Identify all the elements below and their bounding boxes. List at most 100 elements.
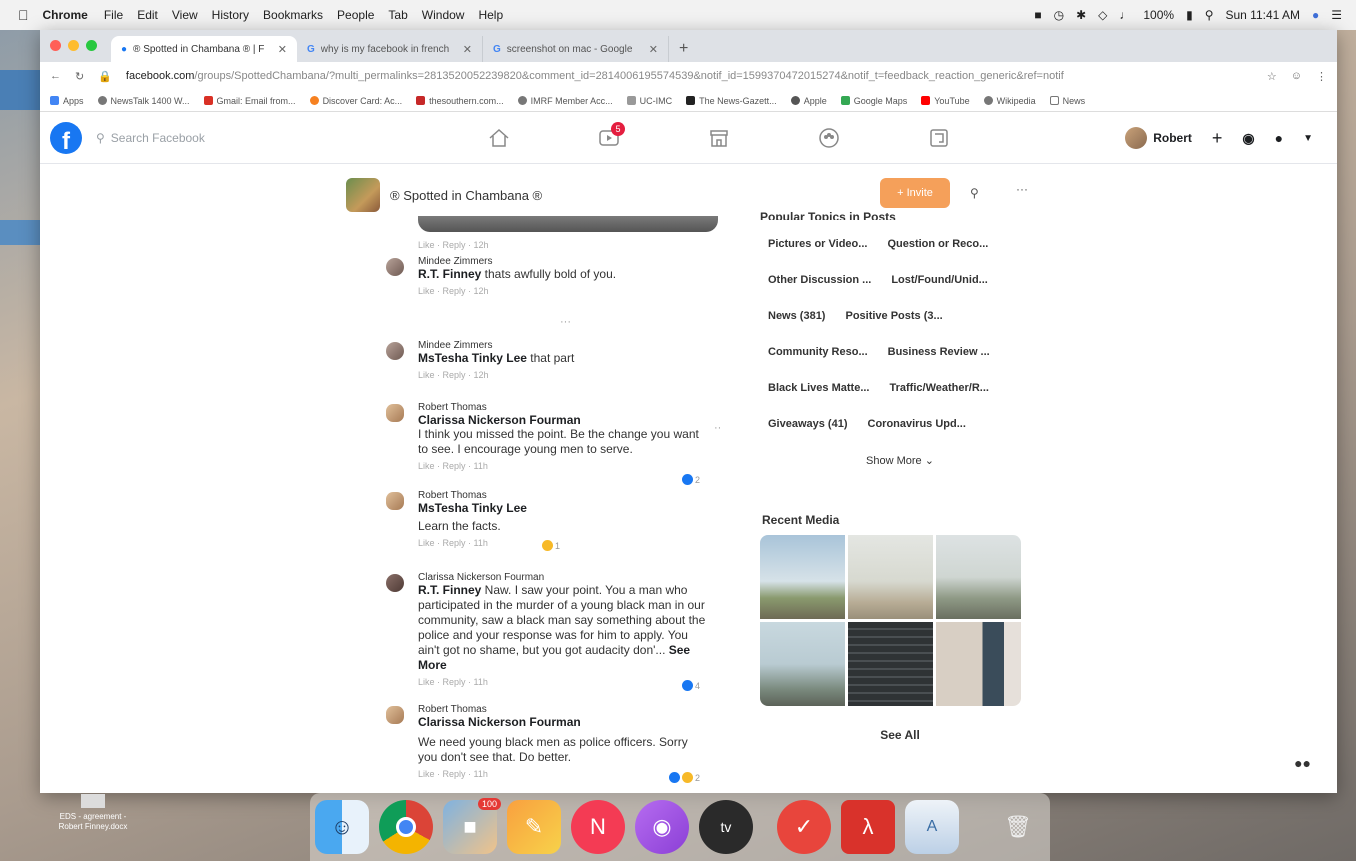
comment-meta[interactable]: Like · Reply · 12h <box>418 286 708 296</box>
menu-edit[interactable]: Edit <box>137 8 158 22</box>
comment-meta[interactable]: Like · Reply · 12h <box>418 370 708 380</box>
bookmark-star-icon[interactable]: ☆ <box>1267 70 1277 83</box>
menubar-clock[interactable]: Sun 11:41 AM <box>1225 8 1300 22</box>
comment-mention[interactable]: Clarissa Nickerson Fourman <box>418 715 708 729</box>
wifi-icon[interactable]: ◇ <box>1098 8 1107 22</box>
comment-meta[interactable]: Like · Reply · 12h <box>418 240 708 250</box>
group-more-icon[interactable]: ··· <box>1016 182 1028 196</box>
menu-help[interactable]: Help <box>478 8 503 22</box>
comment-author[interactable]: Robert Thomas <box>418 490 708 501</box>
url-field[interactable]: facebook.com/groups/SpottedChambana/?mul… <box>126 70 1253 82</box>
create-plus-icon[interactable]: + <box>1212 128 1223 149</box>
media-thumbnail[interactable] <box>936 622 1021 706</box>
group-thumbnail[interactable] <box>346 178 380 212</box>
reload-icon[interactable]: ↻ <box>75 70 84 83</box>
view-more-replies-icon[interactable]: ··· <box>560 316 571 328</box>
nav-home[interactable] <box>444 112 554 164</box>
apple-menu-icon[interactable]:  <box>18 7 29 23</box>
bluetooth-icon[interactable]: ✱ <box>1076 8 1086 22</box>
close-window-button[interactable] <box>50 40 61 51</box>
search-input[interactable]: ⚲ Search Facebook <box>96 131 205 145</box>
facebook-logo-icon[interactable]: f <box>50 121 82 154</box>
bookmark-apps[interactable]: Apps <box>50 96 84 106</box>
contacts-chat-icon[interactable]: ●● <box>1294 755 1311 771</box>
tab-google-screenshot[interactable]: G screenshot on mac - Google ✕ <box>483 36 669 62</box>
topic-link[interactable]: Black Lives Matte... <box>768 380 870 396</box>
topic-link[interactable]: Community Reso... <box>768 344 868 360</box>
menu-app-name[interactable]: Chrome <box>43 8 88 22</box>
preview-photos-icon[interactable]: ■ 100 <box>443 798 501 854</box>
bookmark-discover[interactable]: Discover Card: Ac... <box>309 96 402 106</box>
close-tab-icon[interactable]: ✕ <box>278 43 287 56</box>
account-dropdown-icon[interactable]: ▼ <box>1303 133 1313 144</box>
nav-marketplace[interactable] <box>664 112 774 164</box>
topic-link[interactable]: Positive Posts (3... <box>845 308 942 324</box>
reaction-count[interactable]: 2 <box>668 772 700 783</box>
bookmark-thesouthern[interactable]: thesouthern.com... <box>416 96 504 106</box>
bookmark-gmail[interactable]: Gmail: Email from... <box>203 96 296 106</box>
comment-author[interactable]: Mindee Zimmers <box>418 340 708 351</box>
news-app-icon[interactable]: N <box>571 800 625 854</box>
preview-icon[interactable]: A <box>905 800 959 854</box>
topic-link[interactable]: Lost/Found/Unid... <box>891 272 988 288</box>
zoom-window-button[interactable] <box>86 40 97 51</box>
show-more-button[interactable]: Show More ⌄ <box>760 454 1040 467</box>
nav-watch[interactable]: 5 <box>554 112 664 164</box>
menu-window[interactable]: Window <box>422 8 465 22</box>
close-tab-icon[interactable]: ✕ <box>463 43 472 56</box>
messenger-icon[interactable]: ◉ <box>1242 130 1254 147</box>
profile-icon[interactable]: ☺ <box>1291 70 1302 82</box>
status-app-icon[interactable]: ■ <box>1034 8 1041 22</box>
avatar[interactable] <box>386 342 404 360</box>
back-icon[interactable]: ← <box>50 70 61 82</box>
bookmark-youtube[interactable]: YouTube <box>921 96 970 106</box>
spotlight-icon[interactable]: ⚲ <box>1205 8 1214 22</box>
topic-link[interactable]: Traffic/Weather/R... <box>890 380 989 396</box>
reaction-count[interactable]: 2 <box>681 474 700 485</box>
minimize-window-button[interactable] <box>68 40 79 51</box>
media-thumbnail[interactable] <box>848 535 933 619</box>
tab-facebook-group[interactable]: ● ® Spotted in Chambana ® | F ✕ <box>111 36 297 62</box>
avatar[interactable] <box>386 706 404 724</box>
apple-tv-icon[interactable]: tv <box>699 800 753 854</box>
topic-link[interactable]: Business Review ... <box>888 344 990 360</box>
tasks-checkmark-icon[interactable]: ✓ <box>777 800 831 854</box>
comment-author[interactable]: Robert Thomas <box>418 704 708 715</box>
comment-mention[interactable]: MsTesha Tinky Lee <box>418 501 708 515</box>
nav-groups[interactable] <box>774 112 884 164</box>
trash-icon[interactable]: 🗑 <box>991 800 1045 854</box>
bookmark-google-maps[interactable]: Google Maps <box>840 96 907 106</box>
comment-mention[interactable]: R.T. Finney <box>418 267 481 281</box>
battery-icon[interactable]: ▮ <box>1186 8 1193 22</box>
bookmark-imrf[interactable]: IMRF Member Acc... <box>517 96 613 106</box>
menu-people[interactable]: People <box>337 8 374 22</box>
pages-icon[interactable]: ✎ <box>507 800 561 854</box>
topic-link[interactable]: Pictures or Video... <box>768 236 867 252</box>
group-search-icon[interactable]: ⚲ <box>970 186 979 200</box>
time-machine-icon[interactable]: ◷ <box>1054 8 1064 22</box>
battery-percent[interactable]: 100% <box>1143 8 1174 22</box>
comment-options-icon[interactable]: ··· <box>714 422 720 434</box>
finder-icon[interactable]: ☺ <box>315 800 369 854</box>
chrome-icon[interactable] <box>379 800 433 854</box>
comment-meta[interactable]: Like · Reply · 11h <box>418 538 708 548</box>
acrobat-icon[interactable]: λ <box>841 800 895 854</box>
comment-mention[interactable]: R.T. Finney <box>418 583 481 597</box>
topic-link[interactable]: News (381) <box>768 308 825 324</box>
avatar[interactable] <box>386 492 404 510</box>
new-tab-button[interactable]: + <box>679 40 688 58</box>
siri-icon[interactable]: ● <box>1312 8 1319 22</box>
comment-author[interactable]: Mindee Zimmers <box>418 256 708 267</box>
bookmark-apple[interactable]: Apple <box>790 96 827 106</box>
media-thumbnail[interactable] <box>760 535 845 619</box>
chrome-menu-icon[interactable]: ⋮ <box>1316 70 1327 83</box>
reaction-count[interactable]: 1 <box>541 540 560 551</box>
invite-button[interactable]: + Invite <box>880 178 950 208</box>
topic-link[interactable]: Question or Reco... <box>887 236 988 252</box>
comment-author[interactable]: Robert Thomas <box>418 402 708 413</box>
comment-meta[interactable]: Like · Reply · 11h <box>418 461 708 471</box>
profile-link[interactable]: Robert <box>1125 127 1192 149</box>
avatar[interactable] <box>386 258 404 276</box>
group-name[interactable]: ® Spotted in Chambana ® <box>390 188 542 203</box>
notification-center-icon[interactable]: ☰ <box>1331 8 1342 22</box>
